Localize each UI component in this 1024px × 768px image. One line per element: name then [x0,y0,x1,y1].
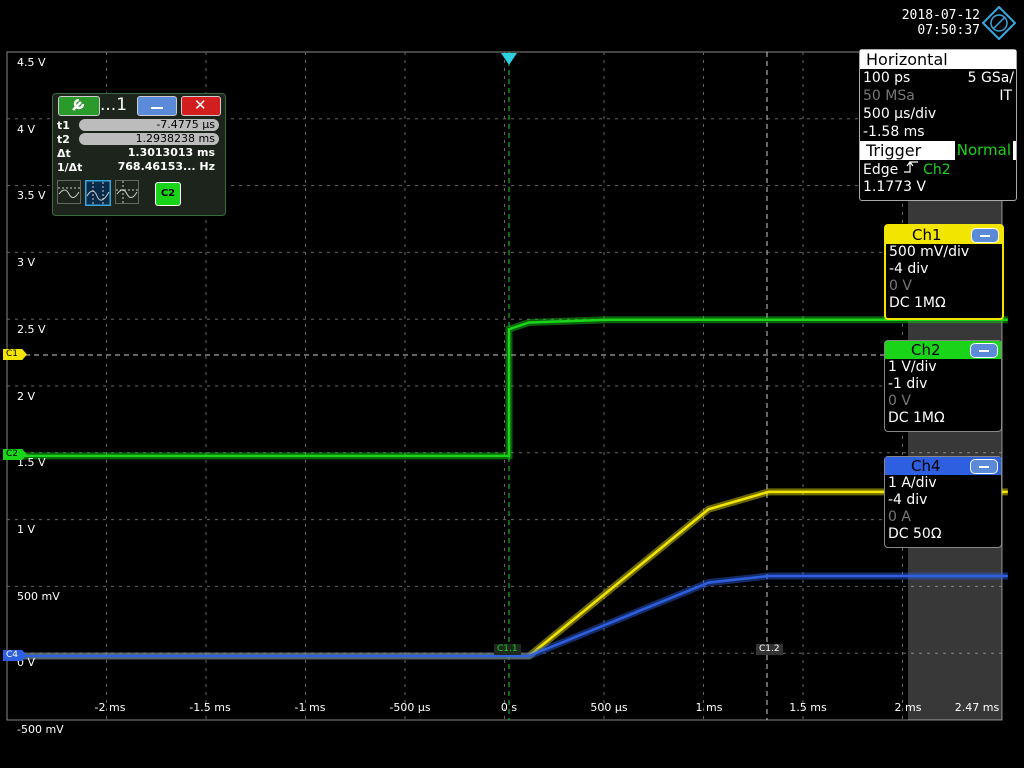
ch4-title: Ch4 [911,457,941,475]
ch4-offset-marker[interactable]: C4 [3,650,27,661]
y-axis-label: 2.5 V [17,322,46,336]
y-axis-label: -500 mV [17,723,64,736]
horizontal-trigger-panel[interactable]: Horizontal 100 ps 5 GSa/ 50 MSa IT 500 µ… [859,49,1017,201]
ch1-header: Ch1 [886,226,1002,244]
ch4-minimize-button[interactable] [970,459,998,474]
inverse-delta-t-value: 768.46153... Hz [117,160,215,173]
minimize-icon [151,107,163,109]
minimize-button[interactable] [137,96,177,116]
y-axis-label: 3.5 V [17,189,46,203]
ch1-offset-marker[interactable]: C1 [3,349,27,360]
x-axis-label: 500 µs [590,701,628,714]
x-axis-label: -2 ms [94,701,126,714]
ch1-minimize-button[interactable] [971,228,999,243]
delta-t-label: Δt [57,147,71,160]
cursor-1-label[interactable]: C1.1 [494,644,521,655]
cursor-measurement-box[interactable]: ...1 ✕ t1 -7.4775 µs t2 1.2938238 ms Δt … [52,93,226,216]
trigger-type: Edge [863,162,899,178]
cursor-2-label-text: C1.2 [759,644,780,654]
horizontal-sample-rate: 5 GSa/ [967,70,1014,86]
cursor-source-button[interactable]: C2 [155,182,181,206]
wrench-icon [72,98,85,111]
y-axis-label: 1 V [17,522,36,536]
trigger-type-row: Edge Ch2 [860,160,1016,178]
horizontal-cursor-icon[interactable] [57,180,81,204]
cursor-2-label[interactable]: C1.2 [756,644,783,655]
x-axis-label: 1.5 ms [789,701,827,714]
ch2-title: Ch2 [911,341,941,359]
ch1-coupling: DC 1MΩ [889,295,946,311]
vertical-cursor-icon[interactable] [85,180,111,206]
t1-value[interactable]: -7.4775 µs [79,119,219,131]
ch2-scale: 1 V/div [888,359,937,375]
x-axis-label: -1.5 ms [189,701,231,714]
t2-value[interactable]: 1.2938238 ms [79,133,219,145]
datetime: 2018-07-12 07:50:37 [902,8,980,38]
ch4-position: 0 A [888,509,911,525]
ch1-title: Ch1 [912,226,942,244]
ch1-marker-label: C1 [6,349,19,359]
x-axis-label: -500 µs [389,701,431,714]
ch2-coupling: DC 1MΩ [888,410,945,426]
trigger-level: 1.1773 V [863,179,927,195]
horizontal-position: -1.58 ms [863,124,925,140]
ch2-marker-label: C2 [6,449,19,459]
horizontal-resolution: 100 ps [863,70,911,86]
close-icon: ✕ [194,96,207,114]
trigger-mode: Normal [954,141,1013,160]
ch4-coupling: DC 50Ω [888,526,942,542]
ch2-minimize-button[interactable] [970,343,998,358]
x-axis-label: 2 ms [894,701,922,714]
horizontal-record-row: 50 MSa IT [860,87,1016,105]
ch1-panel[interactable]: Ch1 500 mV/div -4 div 0 V DC 1MΩ [884,224,1004,320]
wrench-button[interactable] [58,96,100,116]
ch1-offset: -4 div [889,261,929,277]
trigger-title-row: Trigger Normal [860,141,1016,160]
ch4-header: Ch4 [885,457,1001,475]
x-axis-label: -1 ms [294,701,326,714]
date-text: 2018-07-12 [901,8,980,23]
ch2-panel[interactable]: Ch2 1 V/div -1 div 0 V DC 1MΩ [884,340,1002,432]
brand-logo-icon [982,6,1016,40]
rising-edge-icon [903,161,918,173]
x-axis-label: 2.47 ms [954,701,1000,714]
horizontal-record: 50 MSa [863,88,915,104]
ch4-panel[interactable]: Ch4 1 A/div -4 div 0 A DC 50Ω [884,456,1002,548]
horizontal-scale: 500 µs/div [863,106,937,122]
ch4-offset: -4 div [888,492,928,508]
close-button[interactable]: ✕ [181,96,221,116]
cursor-1-label-text: C1.1 [497,644,518,654]
ch4-marker-label: C4 [6,650,19,660]
ch2-offset-marker[interactable]: C2 [3,449,27,460]
ch2-offset: -1 div [888,376,928,392]
horizontal-title: Horizontal [860,50,1016,69]
horizontal-resolution-row: 100 ps 5 GSa/ [860,69,1016,87]
y-axis-label: 4.5 V [17,56,46,69]
x-axis-label: 0 s [500,701,518,714]
ch1-scale: 500 mV/div [889,244,970,260]
both-cursor-icon[interactable] [115,180,139,204]
cursor-box-title: ...1 [100,95,128,115]
y-axis-label: 500 mV [17,589,60,603]
time-text: 07:50:37 [917,23,980,38]
ch2-header: Ch2 [885,341,1001,359]
y-axis-label: 2 V [17,389,36,403]
horizontal-mode: IT [999,88,1012,104]
trigger-title: Trigger [866,141,922,160]
ch1-position: 0 V [889,278,912,294]
ch2-position: 0 V [888,393,911,409]
trigger-source: Ch2 [923,162,951,178]
ch4-scale: 1 A/div [888,475,937,491]
y-axis-label: 3 V [17,256,36,270]
y-axis-label: 4 V [17,122,36,136]
t1-label: t1 [57,119,70,132]
x-axis-label: 1 ms [695,701,723,714]
t2-label: t2 [57,133,70,146]
delta-t-value: 1.3013013 ms [127,146,215,159]
